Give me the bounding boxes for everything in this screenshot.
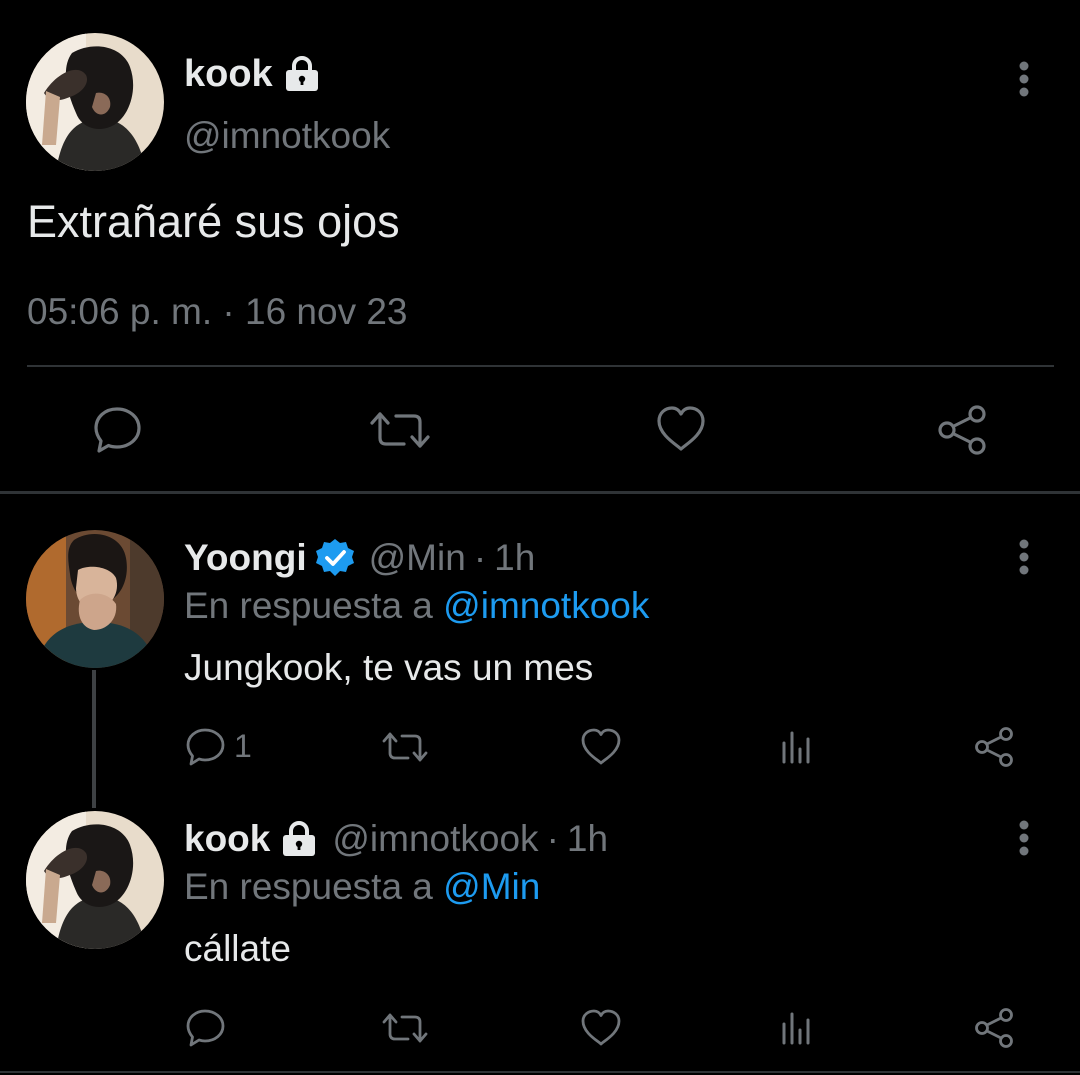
timestamp[interactable]: 1h: [567, 817, 608, 861]
share-icon[interactable]: [937, 404, 989, 456]
lock-icon: [283, 821, 316, 856]
timestamp[interactable]: 1h: [494, 536, 535, 580]
more-options-icon[interactable]: [1018, 539, 1030, 575]
replying-to-line: En respuesta a @imnotkook: [184, 584, 649, 628]
replying-to-label: En respuesta a: [184, 585, 444, 626]
display-name[interactable]: kook: [184, 817, 270, 861]
avatar-image: [26, 33, 164, 171]
handle[interactable]: @imnotkook: [184, 114, 390, 158]
lock-icon: [285, 56, 318, 91]
mention-link[interactable]: @Min: [443, 866, 540, 907]
reply-count: 1: [234, 728, 252, 764]
avatar[interactable]: [26, 33, 164, 171]
analytics-icon[interactable]: [780, 729, 816, 765]
avatar-image: [26, 530, 164, 668]
more-options-icon[interactable]: [1018, 61, 1030, 97]
avatar-image: [26, 811, 164, 949]
avatar[interactable]: [26, 530, 164, 668]
display-name[interactable]: kook: [184, 52, 273, 96]
retweet-icon[interactable]: [382, 729, 428, 765]
reply-icon[interactable]: [186, 1008, 226, 1048]
analytics-icon[interactable]: [780, 1010, 816, 1046]
share-icon[interactable]: [974, 726, 1016, 768]
more-options-icon[interactable]: [1018, 820, 1030, 856]
thread-connector-line: [92, 670, 96, 808]
separator: ·: [546, 818, 559, 859]
like-icon[interactable]: [580, 1008, 622, 1048]
reply-icon[interactable]: [93, 405, 143, 455]
main-tweet: kook @imnotkook Extrañaré sus ojos 05:06…: [0, 0, 1080, 492]
like-icon[interactable]: [580, 727, 622, 767]
display-name-row: kook: [184, 52, 321, 96]
avatar[interactable]: [26, 811, 164, 949]
mention-link[interactable]: @imnotkook: [443, 585, 649, 626]
tweet-text: Extrañaré sus ojos: [27, 196, 400, 247]
separator: ·: [473, 537, 487, 578]
retweet-icon[interactable]: [382, 1010, 428, 1046]
reply-header: kook @imnotkook · 1h: [184, 817, 608, 861]
verified-badge-icon: [315, 539, 354, 576]
display-name[interactable]: Yoongi: [184, 536, 307, 580]
tweet-text: cállate: [184, 928, 291, 969]
section-divider: [0, 1071, 1080, 1073]
tweet-thread-page: kook @imnotkook Extrañaré sus ojos 05:06…: [0, 0, 1080, 1075]
retweet-icon[interactable]: [370, 408, 430, 452]
share-icon[interactable]: [974, 1007, 1016, 1049]
replying-to-label: En respuesta a: [184, 866, 444, 907]
section-divider: [0, 491, 1080, 494]
reply-icon[interactable]: [186, 727, 226, 767]
handle[interactable]: @imnotkook: [332, 817, 538, 861]
tweet-timestamp[interactable]: 05:06 p. m. · 16 nov 23: [27, 290, 408, 334]
tweet-text: Jungkook, te vas un mes: [184, 647, 594, 688]
replying-to-line: En respuesta a @Min: [184, 865, 540, 909]
reply-header: Yoongi @Min · 1h: [184, 536, 535, 580]
like-icon[interactable]: [655, 405, 707, 453]
divider: [27, 365, 1054, 367]
handle[interactable]: @Min: [369, 536, 466, 580]
